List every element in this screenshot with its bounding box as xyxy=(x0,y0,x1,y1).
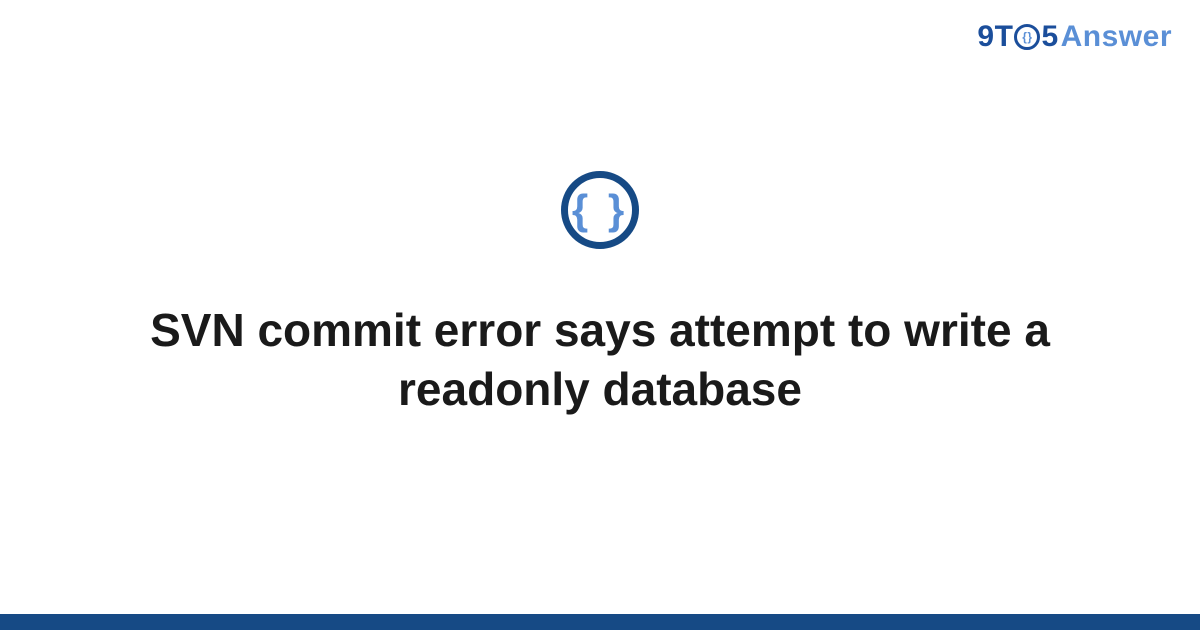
logo-nine: 9 xyxy=(977,20,994,54)
category-badge: { } xyxy=(561,171,639,249)
logo-braces-icon: {} xyxy=(1022,31,1032,43)
logo-t: T xyxy=(995,20,1014,54)
page-card: 9 T {} 5 Answer { } SVN commit error say… xyxy=(0,0,1200,630)
logo-o-ring-icon: {} xyxy=(1014,24,1040,50)
footer-accent-bar xyxy=(0,614,1200,630)
content-area: { } SVN commit error says attempt to wri… xyxy=(0,0,1200,630)
question-title: SVN commit error says attempt to write a… xyxy=(100,301,1100,419)
code-braces-icon: { } xyxy=(572,189,628,231)
logo-answer: Answer xyxy=(1061,20,1172,54)
logo-five: 5 xyxy=(1041,20,1058,54)
site-logo: 9 T {} 5 Answer xyxy=(977,20,1172,54)
